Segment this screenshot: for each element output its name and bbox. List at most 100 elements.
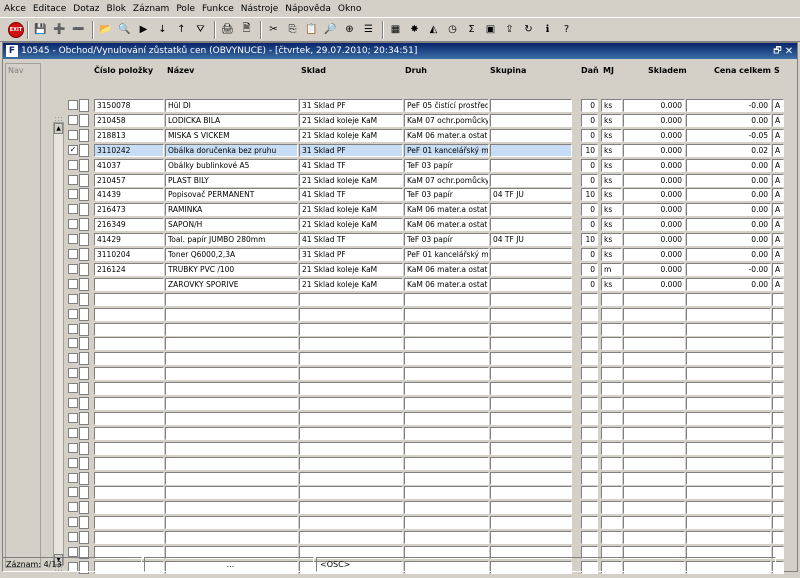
- menu-item-8[interactable]: Nápověda: [285, 4, 331, 14]
- cell-sklad[interactable]: [299, 337, 403, 351]
- cell-druh[interactable]: [404, 382, 489, 396]
- cell-cislo[interactable]: 210457: [94, 173, 164, 187]
- cell-skladem[interactable]: [623, 456, 685, 470]
- row-checkbox[interactable]: [68, 412, 78, 423]
- menu-item-2[interactable]: Dotaz: [73, 4, 99, 14]
- cell-cislo[interactable]: [94, 382, 164, 396]
- cell-sklad[interactable]: 41 Sklad TF: [299, 233, 403, 247]
- table-row[interactable]: 216124 TRUBKY PVC /100 21 Sklad koleje KaM…: [43, 262, 795, 277]
- table-row[interactable]: [43, 322, 795, 337]
- table-row[interactable]: [43, 411, 795, 426]
- cell-druh[interactable]: PeF 01 kancelářský m: [404, 248, 489, 261]
- cell-cislo[interactable]: 3110204: [94, 248, 164, 261]
- cell-druh[interactable]: [404, 411, 489, 425]
- cell-dan[interactable]: [581, 397, 598, 410]
- cell-nazev[interactable]: [165, 516, 298, 530]
- table-row[interactable]: [43, 516, 795, 530]
- star-icon[interactable]: ✸: [406, 21, 423, 38]
- cell-cena[interactable]: -0.05: [686, 128, 771, 142]
- row-indicator[interactable]: [79, 233, 89, 247]
- cell-nazev[interactable]: PLAST BILY: [165, 173, 298, 187]
- print-preview-icon[interactable]: 🗎: [238, 21, 255, 38]
- row-checkbox[interactable]: [68, 159, 78, 170]
- row-indicator[interactable]: [79, 277, 89, 291]
- cell-skupina[interactable]: [490, 113, 572, 127]
- cell-skupina[interactable]: [490, 501, 572, 515]
- cell-cislo[interactable]: 218813: [94, 128, 164, 142]
- cell-mj[interactable]: ks: [601, 218, 622, 232]
- cell-sklad[interactable]: 31 Sklad PF: [299, 143, 403, 157]
- cell-s[interactable]: [772, 531, 784, 545]
- row-indicator[interactable]: [79, 456, 89, 470]
- row-indicator[interactable]: [79, 188, 89, 202]
- cell-dan[interactable]: 0: [581, 203, 598, 217]
- row-checkbox[interactable]: [68, 517, 78, 528]
- cell-skladem[interactable]: [623, 337, 685, 351]
- cell-cislo[interactable]: 41429: [94, 233, 164, 247]
- cell-skupina[interactable]: [490, 471, 572, 485]
- cell-cislo[interactable]: [94, 397, 164, 410]
- table-row[interactable]: [43, 531, 795, 545]
- cell-sklad[interactable]: [299, 441, 403, 455]
- cell-s[interactable]: [772, 292, 784, 306]
- cell-sklad[interactable]: 41 Sklad TF: [299, 158, 403, 172]
- cell-dan[interactable]: 0: [581, 113, 598, 127]
- cell-nazev[interactable]: MISKA S VICKEM: [165, 128, 298, 142]
- export-icon[interactable]: ⇪: [501, 21, 518, 38]
- row-indicator[interactable]: [79, 99, 89, 112]
- cell-skupina[interactable]: [490, 277, 572, 291]
- row-indicator[interactable]: [79, 352, 89, 366]
- cell-dan[interactable]: 10: [581, 143, 598, 157]
- cell-dan[interactable]: [581, 516, 598, 530]
- cell-druh[interactable]: [404, 397, 489, 410]
- cell-skupina[interactable]: [490, 531, 572, 545]
- table-row[interactable]: 216349 SAPON/H 21 Sklad koleje KaM KaM 06 m…: [43, 218, 795, 232]
- filter-icon[interactable]: ⛛: [192, 21, 209, 38]
- row-indicator[interactable]: [79, 411, 89, 425]
- row-checkbox[interactable]: [68, 457, 78, 468]
- insert-record-icon[interactable]: ➕: [51, 21, 68, 38]
- table-row[interactable]: 3150078 Hŭl DI 31 Sklad PF PeF 05 čistící p…: [43, 99, 795, 113]
- row-indicator[interactable]: [79, 203, 89, 217]
- row-indicator[interactable]: [79, 113, 89, 127]
- cell-druh[interactable]: [404, 516, 489, 530]
- cell-cena[interactable]: 0.00: [686, 218, 771, 232]
- cell-skladem[interactable]: 0.000: [623, 113, 685, 127]
- cell-druh[interactable]: KaM 06 mater.a ostatí: [404, 277, 489, 291]
- cell-dan[interactable]: [581, 337, 598, 351]
- cell-s[interactable]: A: [772, 248, 784, 261]
- cell-dan[interactable]: 0: [581, 173, 598, 187]
- cell-mj[interactable]: ks: [601, 143, 622, 157]
- cell-s[interactable]: [772, 441, 784, 455]
- cell-cena[interactable]: 0.00: [686, 113, 771, 127]
- cell-sklad[interactable]: [299, 397, 403, 410]
- paste-icon[interactable]: 📋: [303, 21, 320, 38]
- cell-s[interactable]: [772, 486, 784, 500]
- menu-item-5[interactable]: Pole: [176, 4, 195, 14]
- table-row[interactable]: [43, 441, 795, 456]
- cell-cena[interactable]: [686, 516, 771, 530]
- copy-icon[interactable]: ⎘: [284, 21, 301, 38]
- cell-s[interactable]: [772, 411, 784, 425]
- table-row[interactable]: ✓ 3110242 Obálka doručenka bez pruhu 31 Skl…: [43, 143, 795, 158]
- cell-mj[interactable]: ks: [601, 203, 622, 217]
- nav-pane[interactable]: Nav: [5, 63, 41, 568]
- cell-druh[interactable]: KaM 06 mater.a ostatí: [404, 128, 489, 142]
- cell-s[interactable]: A: [772, 218, 784, 232]
- cell-skladem[interactable]: 0.000: [623, 203, 685, 217]
- cell-druh[interactable]: PeF 01 kancelářský m: [404, 143, 489, 157]
- cell-cislo[interactable]: [94, 367, 164, 381]
- row-checkbox[interactable]: [68, 427, 78, 438]
- cell-nazev[interactable]: [165, 292, 298, 306]
- cell-dan[interactable]: [581, 441, 598, 455]
- cell-nazev[interactable]: LODICKA BILA: [165, 113, 298, 127]
- row-indicator[interactable]: [79, 367, 89, 381]
- menu-item-0[interactable]: Akce: [4, 4, 26, 14]
- cell-cislo[interactable]: [94, 426, 164, 440]
- cell-skupina[interactable]: [490, 367, 572, 381]
- cell-cislo[interactable]: [94, 322, 164, 336]
- cell-nazev[interactable]: [165, 456, 298, 470]
- print-icon[interactable]: 🖨: [219, 21, 236, 38]
- cell-dan[interactable]: [581, 456, 598, 470]
- table-row[interactable]: 210458 LODICKA BILA 21 Sklad koleje KaM KaM…: [43, 113, 795, 128]
